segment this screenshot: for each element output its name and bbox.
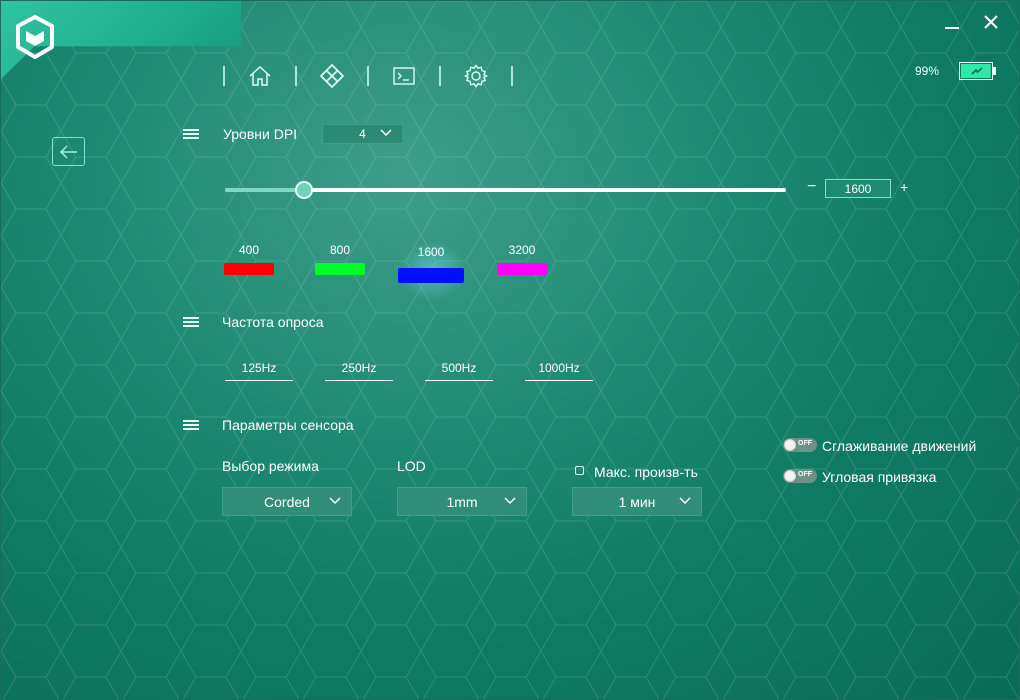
dpi-slider-fill [225, 188, 304, 192]
max-performance-dropdown[interactable]: 1 мин [572, 487, 702, 516]
toggle-state: OFF [798, 440, 812, 447]
dpi-slider[interactable] [225, 181, 786, 199]
dpi-level-label: 1600 [417, 245, 445, 259]
dpi-level-label: 400 [238, 243, 260, 257]
dpi-levels-title: Уровни DPI [223, 126, 298, 142]
dpi-level-label: 3200 [508, 243, 536, 257]
dpi-level-label: 800 [329, 243, 351, 257]
menu-icon [183, 420, 199, 430]
nav-settings[interactable] [441, 61, 511, 91]
hex-pattern-background [1, 1, 1019, 699]
dpi-level-2[interactable]: 800 [315, 241, 365, 275]
rate-option-500[interactable]: 500Hz [425, 359, 493, 381]
polling-rate-title: Частота опроса [222, 314, 324, 330]
nav-separator [367, 66, 369, 86]
dpi-level-4[interactable]: 3200 [497, 241, 547, 275]
angle-snap-toggle[interactable]: OFF [783, 469, 817, 483]
mode-value: Corded [264, 493, 310, 510]
nav-separator [223, 66, 225, 86]
chevron-down-icon [380, 129, 392, 137]
dpi-level-color [224, 263, 274, 275]
dpi-level-3[interactable]: 1600 [398, 243, 464, 283]
max-performance-checkbox[interactable] [575, 466, 584, 475]
dpi-levels-value: 4 [359, 127, 366, 141]
lod-value: 1mm [446, 493, 478, 510]
nav-macro[interactable] [369, 61, 439, 91]
settings-icon [464, 64, 488, 88]
rate-option-250[interactable]: 250Hz [325, 359, 393, 381]
chevron-down-icon [679, 497, 691, 505]
toggle-state: OFF [798, 471, 812, 478]
angle-snap-label: Угловая привязка [822, 469, 937, 485]
dpi-level-color [497, 263, 547, 275]
lod-label: LOD [397, 458, 426, 474]
arrow-left-icon [59, 144, 77, 159]
nav-separator [295, 66, 297, 86]
brand-logo-icon [16, 15, 54, 59]
dpi-decrease-button[interactable]: − [807, 178, 816, 196]
lighting-icon [320, 64, 344, 88]
nav-separator [511, 66, 513, 86]
dpi-level-color [398, 268, 464, 283]
dpi-level-1[interactable]: 400 [224, 241, 274, 275]
mode-label: Выбор режима [222, 458, 319, 474]
close-button[interactable] [980, 11, 1002, 33]
smoothing-toggle[interactable]: OFF [783, 438, 817, 452]
battery-icon [959, 62, 996, 80]
nav-separator [439, 66, 441, 86]
dpi-value-input[interactable] [825, 179, 891, 198]
rate-option-1000[interactable]: 1000Hz [525, 359, 593, 381]
chevron-down-icon [504, 497, 516, 505]
toggle-knob [784, 439, 796, 451]
macro-icon [393, 67, 415, 85]
dpi-increase-button[interactable]: + [900, 179, 908, 195]
chevron-down-icon [329, 497, 341, 505]
battery-percent: 99% [915, 64, 940, 78]
mode-dropdown[interactable]: Corded [222, 487, 352, 516]
toggle-knob [784, 470, 796, 482]
max-performance-label: Макс. произв-ть [594, 464, 698, 480]
minimize-button[interactable] [941, 11, 963, 33]
rate-option-125[interactable]: 125Hz [225, 359, 293, 381]
dpi-levels-select[interactable]: 4 [322, 124, 403, 144]
home-icon [249, 65, 271, 86]
smoothing-label: Сглаживание движений [822, 438, 977, 454]
nav-home[interactable] [225, 61, 295, 91]
lod-dropdown[interactable]: 1mm [397, 487, 527, 516]
top-navigation [223, 61, 513, 91]
app-window: 99% Уровни DPI 4 − + 400 800 1600 [0, 0, 1020, 700]
menu-icon [183, 129, 199, 139]
dpi-level-color [315, 263, 365, 275]
dpi-slider-thumb[interactable] [294, 181, 313, 199]
nav-lighting[interactable] [297, 61, 367, 91]
menu-icon [183, 317, 199, 327]
back-button[interactable] [52, 137, 85, 166]
max-performance-value: 1 мин [618, 493, 656, 510]
sensor-params-title: Параметры сенсора [222, 417, 354, 433]
